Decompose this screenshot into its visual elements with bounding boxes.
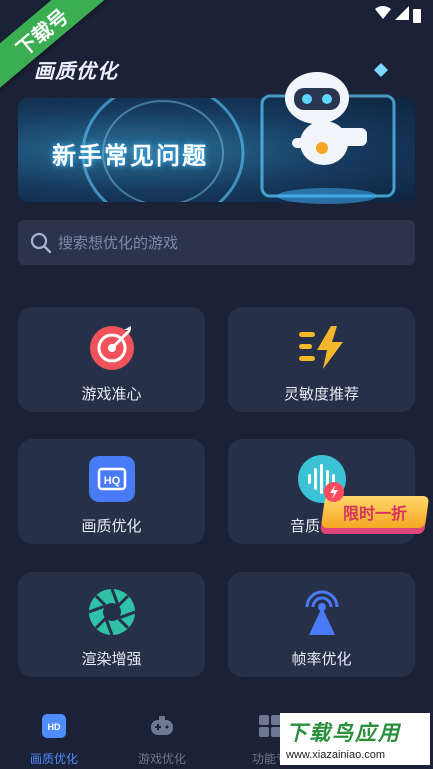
card-render[interactable]: 渲染增强 — [18, 572, 205, 677]
svg-text:HD: HD — [48, 722, 61, 732]
status-icons — [375, 6, 421, 25]
search-icon — [30, 232, 52, 253]
page-title: 画质优化 — [34, 61, 118, 83]
hq-icon: HQ — [88, 456, 135, 502]
aperture-icon — [87, 588, 136, 636]
card-label: 渲染增强 — [81, 651, 142, 668]
wifi-icon — [375, 6, 391, 25]
watermark: 下载鸟应用 www.xiazainiao.com — [280, 713, 430, 765]
nav-label: 画质优化 — [29, 752, 78, 766]
search-placeholder: 搜索想优化的游戏 — [58, 235, 179, 252]
card-quality[interactable]: HQ 画质优化 — [18, 439, 205, 544]
watermark-url: www.xiazainiao.com — [286, 749, 386, 761]
card-label: 帧率优化 — [291, 651, 352, 668]
tab-quality[interactable]: HD 画质优化 — [4, 713, 104, 767]
card-label: 游戏准心 — [81, 386, 142, 403]
banner-text: 新手常见问题 — [52, 143, 208, 170]
nav-label: 游戏优化 — [137, 752, 186, 766]
tab-game[interactable]: 游戏优化 — [112, 713, 212, 767]
signal-tower-icon — [305, 590, 338, 635]
search-input[interactable]: 搜索想优化的游戏 — [18, 220, 415, 265]
gamepad-icon — [151, 716, 173, 735]
battery-icon — [413, 8, 421, 23]
card-label: 灵敏度推荐 — [283, 386, 359, 403]
hd-icon: HD — [42, 714, 66, 738]
signal-icon — [395, 6, 409, 25]
robot-mascot-icon — [260, 72, 396, 204]
card-framerate[interactable]: 帧率优化 — [228, 572, 415, 677]
lightning-speed-icon — [298, 326, 343, 369]
promo-badge[interactable]: 限时一折 — [320, 482, 432, 544]
card-label: 画质优化 — [81, 518, 142, 535]
watermark-title: 下载鸟应用 — [286, 722, 401, 745]
promo-text: 限时一折 — [342, 506, 407, 523]
card-sensitivity[interactable]: 灵敏度推荐 — [228, 307, 415, 412]
card-crosshair[interactable]: 游戏准心 — [18, 307, 205, 412]
svg-text:HQ: HQ — [103, 475, 120, 487]
bolt-icon — [324, 482, 344, 502]
crosshair-target-icon — [89, 326, 134, 370]
